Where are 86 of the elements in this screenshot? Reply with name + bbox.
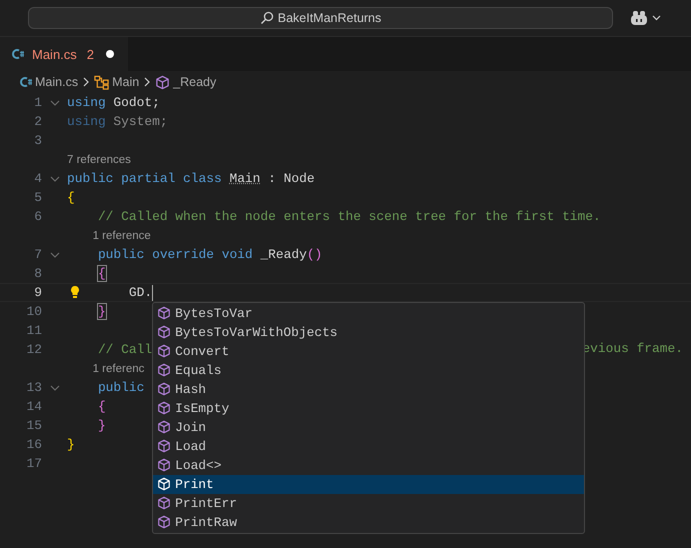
cube-icon <box>157 477 172 491</box>
suggestion-item[interactable]: PrintErr <box>153 494 584 512</box>
keyword-text: using <box>67 95 106 110</box>
line-number: 16 <box>26 437 42 452</box>
suggestion-item[interactable]: BytesToVarWithObjects <box>153 322 584 342</box>
cube-icon <box>157 363 172 377</box>
line-number: 14 <box>26 399 42 414</box>
brace-text: } <box>67 437 75 452</box>
brace-text: { <box>98 399 106 414</box>
code-text: Godot; <box>112 95 160 110</box>
chevron-right-icon <box>83 77 90 87</box>
line-number: 5 <box>33 190 42 205</box>
breadcrumb-item[interactable]: _Ready <box>155 74 216 90</box>
line-number: 3 <box>33 133 42 148</box>
suggestion-item[interactable]: BytesToVar <box>153 304 584 322</box>
codelens-link[interactable]: 1 referenc <box>92 362 144 374</box>
suggestion-item[interactable]: Load<> <box>153 456 584 474</box>
cube-icon <box>157 325 172 339</box>
line-number: 12 <box>26 342 42 357</box>
suggestion-item[interactable]: Join <box>153 418 584 436</box>
comment-text: // Called when the node enters the scene tree for the first time. <box>98 209 601 224</box>
command-center-search[interactable]: BakeItManReturns <box>28 7 613 29</box>
cube-icon <box>157 401 172 415</box>
keyword-text: public <box>98 380 144 395</box>
cube-icon <box>157 306 172 320</box>
codelens-link[interactable]: 1 reference <box>92 230 151 242</box>
csharp-file-icon <box>12 48 24 60</box>
code-text: System; <box>112 114 168 129</box>
breadcrumb-item[interactable]: Main <box>94 74 140 90</box>
code-text: _Ready <box>259 247 307 262</box>
cube-icon <box>157 515 172 529</box>
line-number: 7 <box>33 247 42 262</box>
fold-chevron-icon[interactable] <box>50 384 60 390</box>
cube-icon <box>157 344 172 358</box>
brace-text: } <box>98 304 106 319</box>
keyword-text: public partial class <box>67 171 223 186</box>
tab-label: Main.cs <box>32 46 77 62</box>
line-number: 15 <box>26 418 42 433</box>
line-number: 17 <box>26 456 42 471</box>
suggestion-item[interactable]: Print <box>153 474 584 494</box>
line-number: 1 <box>33 95 42 110</box>
chevron-right-icon <box>144 77 150 87</box>
line-number: 8 <box>33 266 42 281</box>
class-icon <box>94 74 110 90</box>
line-number: 10 <box>26 304 42 319</box>
line-number: 4 <box>33 171 42 186</box>
cube-icon <box>155 74 170 90</box>
line-number: 13 <box>26 380 42 395</box>
brace-text: } <box>98 418 106 433</box>
brace-text: { <box>98 266 106 281</box>
suggestion-item[interactable]: Load <box>153 436 584 456</box>
brace-text: { <box>67 190 75 205</box>
line-number: 6 <box>33 209 42 224</box>
suggestion-item[interactable]: Hash <box>153 380 584 398</box>
cube-icon <box>157 458 172 472</box>
breadcrumb-item[interactable]: Main.cs <box>20 75 78 89</box>
keyword-text: using <box>67 114 106 129</box>
search-icon <box>260 11 274 25</box>
class-name-text: Main <box>229 171 260 186</box>
line-number: 2 <box>33 114 42 129</box>
copilot-icon <box>630 10 648 26</box>
lightbulb-icon[interactable] <box>70 285 80 299</box>
codelens-link[interactable]: 7 references <box>67 154 131 166</box>
problem-count: 2 <box>86 46 94 62</box>
suggestion-item[interactable]: Equals <box>153 360 584 380</box>
brace-text: () <box>306 247 322 262</box>
code-text: GD. <box>128 285 152 300</box>
fold-chevron-icon[interactable] <box>50 176 60 182</box>
cube-icon <box>157 382 172 396</box>
editor-tab[interactable]: Main.cs 2 <box>0 37 128 71</box>
csharp-file-icon <box>20 76 32 88</box>
suggestion-item[interactable]: PrintRaw <box>153 512 584 532</box>
line-number: 11 <box>26 323 42 338</box>
code-text: : Node <box>267 171 315 186</box>
cube-icon <box>157 420 172 434</box>
fold-chevron-icon[interactable] <box>50 100 60 106</box>
line-number: 9 <box>33 285 42 300</box>
cube-icon <box>157 496 172 510</box>
comment-text: // Call <box>98 342 152 357</box>
suggestion-item[interactable]: Convert <box>153 342 584 360</box>
suggestion-item[interactable]: IsEmpty <box>153 398 584 418</box>
cube-icon <box>157 439 172 453</box>
chevron-down-icon <box>652 15 661 21</box>
fold-chevron-icon[interactable] <box>50 252 60 258</box>
keyword-text: public override void <box>98 247 253 262</box>
unsaved-dot-icon <box>106 50 114 58</box>
